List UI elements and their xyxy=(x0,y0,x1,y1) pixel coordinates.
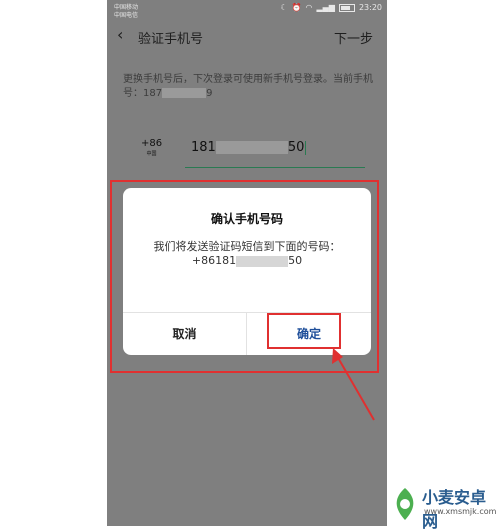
watermark-logo-icon xyxy=(396,488,414,520)
pointer-arrow-icon xyxy=(332,348,375,421)
watermark-url: www.xmsmjk.com xyxy=(424,507,497,516)
watermark: 小麦安卓网 www.xmsmjk.com xyxy=(384,482,500,531)
